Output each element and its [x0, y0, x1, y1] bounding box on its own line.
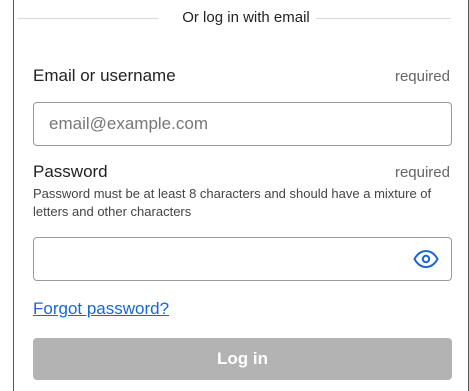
- divider-line-right: [316, 18, 451, 19]
- forgot-password-link[interactable]: Forgot password?: [33, 298, 169, 320]
- password-field[interactable]: [33, 237, 452, 281]
- password-label: Password: [33, 162, 108, 181]
- eye-icon[interactable]: [412, 246, 440, 272]
- email-label: Email or username: [33, 66, 176, 85]
- email-required-text: required: [394, 68, 450, 85]
- password-input[interactable]: [34, 238, 394, 280]
- email-input[interactable]: [33, 102, 452, 146]
- email-login-divider: Or log in with email: [18, 8, 451, 28]
- password-required-text: required: [394, 164, 450, 181]
- divider-line-left: [18, 18, 158, 19]
- password-hint: Password must be at least 8 characters a…: [33, 186, 432, 219]
- divider-text: Or log in with email: [182, 9, 310, 26]
- login-button[interactable]: Log in: [33, 338, 452, 380]
